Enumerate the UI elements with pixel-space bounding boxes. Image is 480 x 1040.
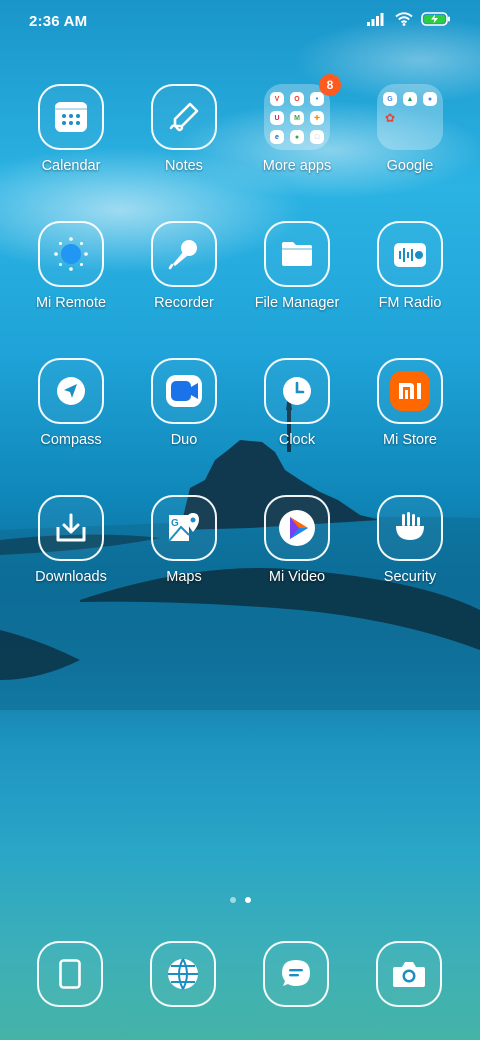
dock-phone[interactable]: [37, 941, 103, 1007]
app-compass[interactable]: Compass: [16, 358, 126, 448]
page-dot-2[interactable]: [244, 897, 251, 903]
status-icons: [367, 12, 451, 26]
page-indicator[interactable]: [0, 897, 480, 903]
dock-browser[interactable]: [150, 941, 216, 1007]
app-label: Mi Remote: [35, 295, 107, 311]
mi-remote-icon: [54, 237, 88, 271]
svg-text:G: G: [171, 518, 179, 529]
app-notes[interactable]: Notes: [129, 84, 239, 174]
app-mi-store[interactable]: Mi Store: [355, 358, 465, 448]
drive-icon: ▲: [403, 92, 417, 106]
app-mi-video[interactable]: Mi Video: [242, 495, 352, 585]
microphone-icon: [168, 240, 197, 270]
notes-icon: [169, 102, 199, 132]
app-label: FM Radio: [378, 295, 442, 311]
security-icon: [396, 512, 424, 540]
mic-icon: •: [310, 92, 324, 106]
folder-icon-grid: V O • U M ✚ e ● □ 8: [264, 74, 341, 150]
folder-icon: [282, 242, 312, 266]
messages-icon: [282, 960, 310, 986]
app-label: File Manager: [254, 295, 340, 311]
compass-icon: [57, 377, 85, 405]
app-label: Mi Store: [383, 432, 437, 448]
clock-icon: [283, 377, 311, 405]
chrome-icon: ●: [290, 130, 304, 144]
calendar-icon: [55, 102, 87, 132]
google-icon: G: [383, 92, 397, 106]
app-m-icon: M: [290, 111, 304, 125]
app-mi-remote[interactable]: Mi Remote: [16, 221, 126, 311]
app-label: Google: [386, 158, 434, 174]
app-label: Mi Video: [268, 569, 326, 585]
app-label: Clock: [278, 432, 316, 448]
app-label: Security: [383, 569, 437, 585]
status-time: 2:36 AM: [29, 13, 88, 30]
mi-video-icon: [279, 510, 315, 546]
app-label: Downloads: [35, 569, 107, 585]
battery-charging-icon: [421, 12, 450, 26]
phone-icon: [59, 959, 81, 989]
duo-video-icon: [166, 375, 202, 407]
assistant-icon: ●: [423, 92, 437, 106]
app-e-icon: e: [270, 130, 284, 144]
browser-globe-icon: [168, 958, 198, 990]
maps-icon: G: [168, 513, 199, 542]
app-label: Duo: [170, 432, 198, 448]
app-security[interactable]: Security: [355, 495, 465, 585]
folder-more-apps[interactable]: V O • U M ✚ e ● □ 8 More apps: [242, 74, 352, 174]
vivaldi-icon: V: [270, 92, 284, 106]
notification-badge: 8: [319, 74, 341, 96]
app-blank-icon: □: [310, 130, 324, 144]
app-label: Recorder: [154, 295, 214, 311]
app-file-manager[interactable]: File Manager: [242, 221, 352, 311]
app-downloads[interactable]: Downloads: [16, 495, 126, 585]
dock-camera[interactable]: [376, 941, 442, 1007]
app-calendar[interactable]: Calendar: [16, 84, 126, 174]
app-u-icon: U: [270, 111, 284, 125]
page-dot-1[interactable]: [229, 897, 236, 903]
app-duo[interactable]: Duo: [129, 358, 239, 448]
app-fm-radio[interactable]: FM Radio: [355, 221, 465, 311]
download-icon: [56, 513, 86, 542]
app-maps[interactable]: G Maps: [129, 495, 239, 585]
app-clock[interactable]: Clock: [242, 358, 352, 448]
app-label: Maps: [166, 569, 202, 585]
app-grid-icon: ✚: [310, 111, 324, 125]
app-label: More apps: [262, 158, 332, 174]
opera-icon: O: [290, 92, 304, 106]
app-label: Notes: [165, 158, 203, 174]
app-label: Calendar: [41, 158, 101, 174]
app-label: Compass: [40, 432, 102, 448]
folder-google[interactable]: G ▲ ● ✿ Google: [355, 84, 465, 174]
status-bar: 2:36 AM: [0, 0, 480, 44]
radio-icon: [394, 243, 426, 267]
wifi-icon: [395, 12, 413, 26]
photos-icon: ✿: [384, 111, 396, 125]
camera-icon: [393, 962, 425, 987]
dock-messages[interactable]: [263, 941, 329, 1007]
folder-icon-grid: G ▲ ● ✿: [377, 84, 443, 150]
app-recorder[interactable]: Recorder: [129, 221, 239, 311]
mi-store-icon: [390, 371, 430, 411]
signal-icon: [367, 13, 384, 26]
